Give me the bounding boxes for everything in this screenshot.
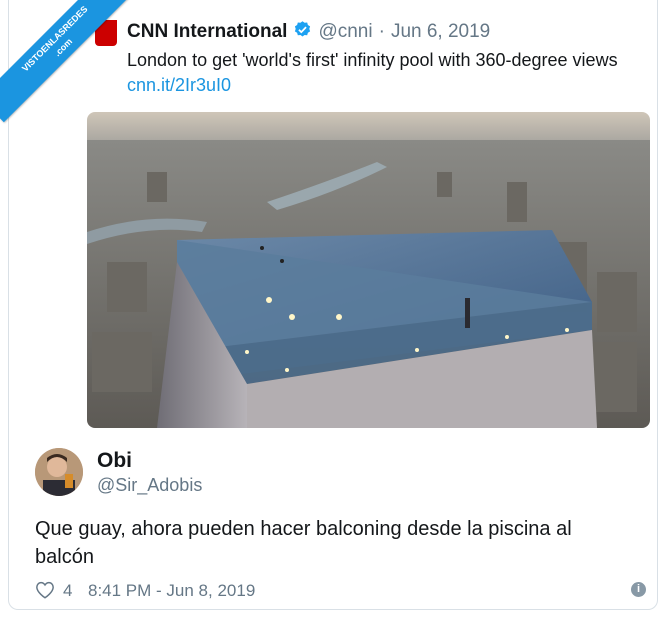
separator-dot: · bbox=[378, 21, 385, 42]
tweet-timestamp[interactable]: 8:41 PM - Jun 8, 2019 bbox=[88, 581, 255, 601]
photo-rooftop-infinity-pool[interactable] bbox=[87, 112, 650, 428]
quoted-author-handle[interactable]: @cnni bbox=[318, 21, 372, 42]
like-count[interactable]: 4 bbox=[63, 581, 72, 601]
author-name[interactable]: Obi bbox=[97, 449, 132, 473]
avatar[interactable] bbox=[35, 448, 83, 496]
quoted-text: London to get 'world's first' infinity p… bbox=[127, 50, 618, 70]
quoted-link[interactable]: cnn.it/2Ir3uI0 bbox=[127, 75, 231, 96]
tweet-footer: 4 8:41 PM - Jun 8, 2019 i bbox=[35, 580, 655, 602]
verified-badge-icon bbox=[293, 20, 312, 45]
heart-icon[interactable] bbox=[35, 581, 55, 604]
quoted-header: CNN International @cnni · Jun 6, 2019 bbox=[127, 20, 490, 45]
tweet-card: CNN International @cnni · Jun 6, 2019 Londo… bbox=[8, 0, 658, 610]
quoted-author-name[interactable]: CNN International bbox=[127, 21, 287, 42]
tweet-text: Que guay, ahora pueden hacer balconing d… bbox=[35, 518, 572, 568]
author-handle[interactable]: @Sir_Adobis bbox=[97, 475, 202, 496]
quoted-date[interactable]: Jun 6, 2019 bbox=[391, 21, 490, 42]
info-icon[interactable]: i bbox=[631, 582, 646, 597]
